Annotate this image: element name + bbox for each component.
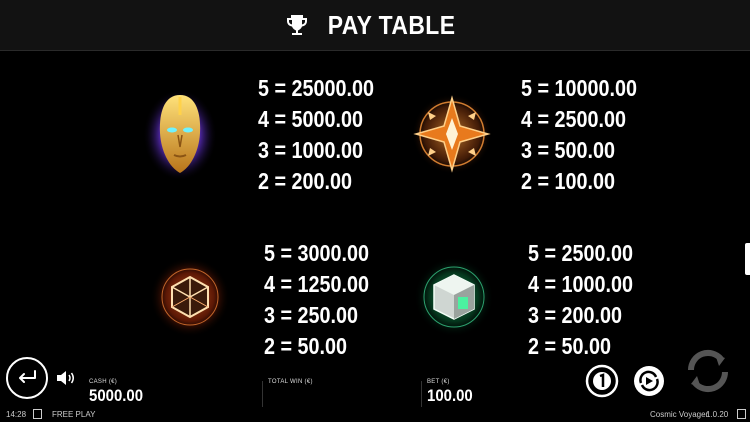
- payout-4: 4 = 2500.00: [521, 106, 627, 132]
- payout-3: 3 = 200.00: [528, 302, 623, 328]
- clock: 14:28: [6, 410, 27, 419]
- total-win-display: TOTAL WIN (€): [268, 379, 313, 386]
- trophy-icon: [287, 15, 308, 35]
- play-mode: FREE PLAY: [52, 410, 96, 419]
- payout-4: 4 = 5000.00: [258, 106, 364, 132]
- green-cube-symbol: [414, 257, 494, 337]
- scroll-handle[interactable]: [745, 243, 750, 275]
- payout-3: 3 = 500.00: [521, 137, 616, 163]
- golden-mask-symbol: [143, 89, 217, 181]
- paytable-golden-mask: 5 = 25000.00 4 = 5000.00 3 = 1000.00 2 =…: [258, 73, 374, 197]
- spin-icon[interactable]: [683, 346, 733, 396]
- payout-5: 5 = 2500.00: [528, 240, 634, 266]
- paytable-orange-cube: 5 = 3000.00 4 = 1250.00 3 = 250.00 2 = 5…: [264, 238, 369, 362]
- cash-value: 5000.00: [89, 386, 144, 405]
- coin-bet-icon[interactable]: [585, 364, 619, 398]
- paytable-green-cube: 5 = 2500.00 4 = 1000.00 3 = 200.00 2 = 5…: [528, 238, 633, 362]
- orange-star-symbol: [412, 94, 492, 174]
- payout-4: 4 = 1250.00: [264, 271, 370, 297]
- bet-label: BET (€): [427, 379, 450, 385]
- orange-cube-symbol: [150, 257, 230, 337]
- cash-label: CASH (€): [89, 379, 118, 385]
- game-name: Cosmic Voyager: [650, 410, 709, 419]
- divider: [421, 381, 422, 407]
- return-arrow-icon: [19, 370, 36, 383]
- cash-display: CASH (€) 5000.00: [89, 379, 150, 406]
- bet-display: BET (€) 100.00: [427, 379, 479, 406]
- payout-2: 2 = 200.00: [258, 168, 353, 194]
- page-title: PAY TABLE: [328, 9, 456, 40]
- header-bar: PAY TABLE: [0, 0, 750, 51]
- menu-icon[interactable]: [33, 409, 42, 419]
- paytable-orange-star: 5 = 10000.00 4 = 2500.00 3 = 500.00 2 = …: [521, 73, 637, 197]
- fullscreen-icon[interactable]: [737, 409, 746, 419]
- divider: [262, 381, 263, 407]
- status-bar: 14:28 FREE PLAY Cosmic Voyager 1.0.20: [0, 407, 750, 422]
- payout-3: 3 = 1000.00: [258, 137, 364, 163]
- payout-5: 5 = 25000.00: [258, 75, 375, 101]
- bet-value: 100.00: [427, 386, 473, 405]
- payout-2: 2 = 100.00: [521, 168, 616, 194]
- payout-4: 4 = 1000.00: [528, 271, 634, 297]
- back-button[interactable]: [6, 357, 48, 399]
- game-version: 1.0.20: [706, 410, 729, 419]
- autoplay-icon[interactable]: [632, 364, 666, 398]
- payout-5: 5 = 3000.00: [264, 240, 370, 266]
- payout-3: 3 = 250.00: [264, 302, 359, 328]
- total-win-label: TOTAL WIN (€): [268, 379, 313, 385]
- speaker-icon[interactable]: [56, 370, 76, 386]
- payout-5: 5 = 10000.00: [521, 75, 638, 101]
